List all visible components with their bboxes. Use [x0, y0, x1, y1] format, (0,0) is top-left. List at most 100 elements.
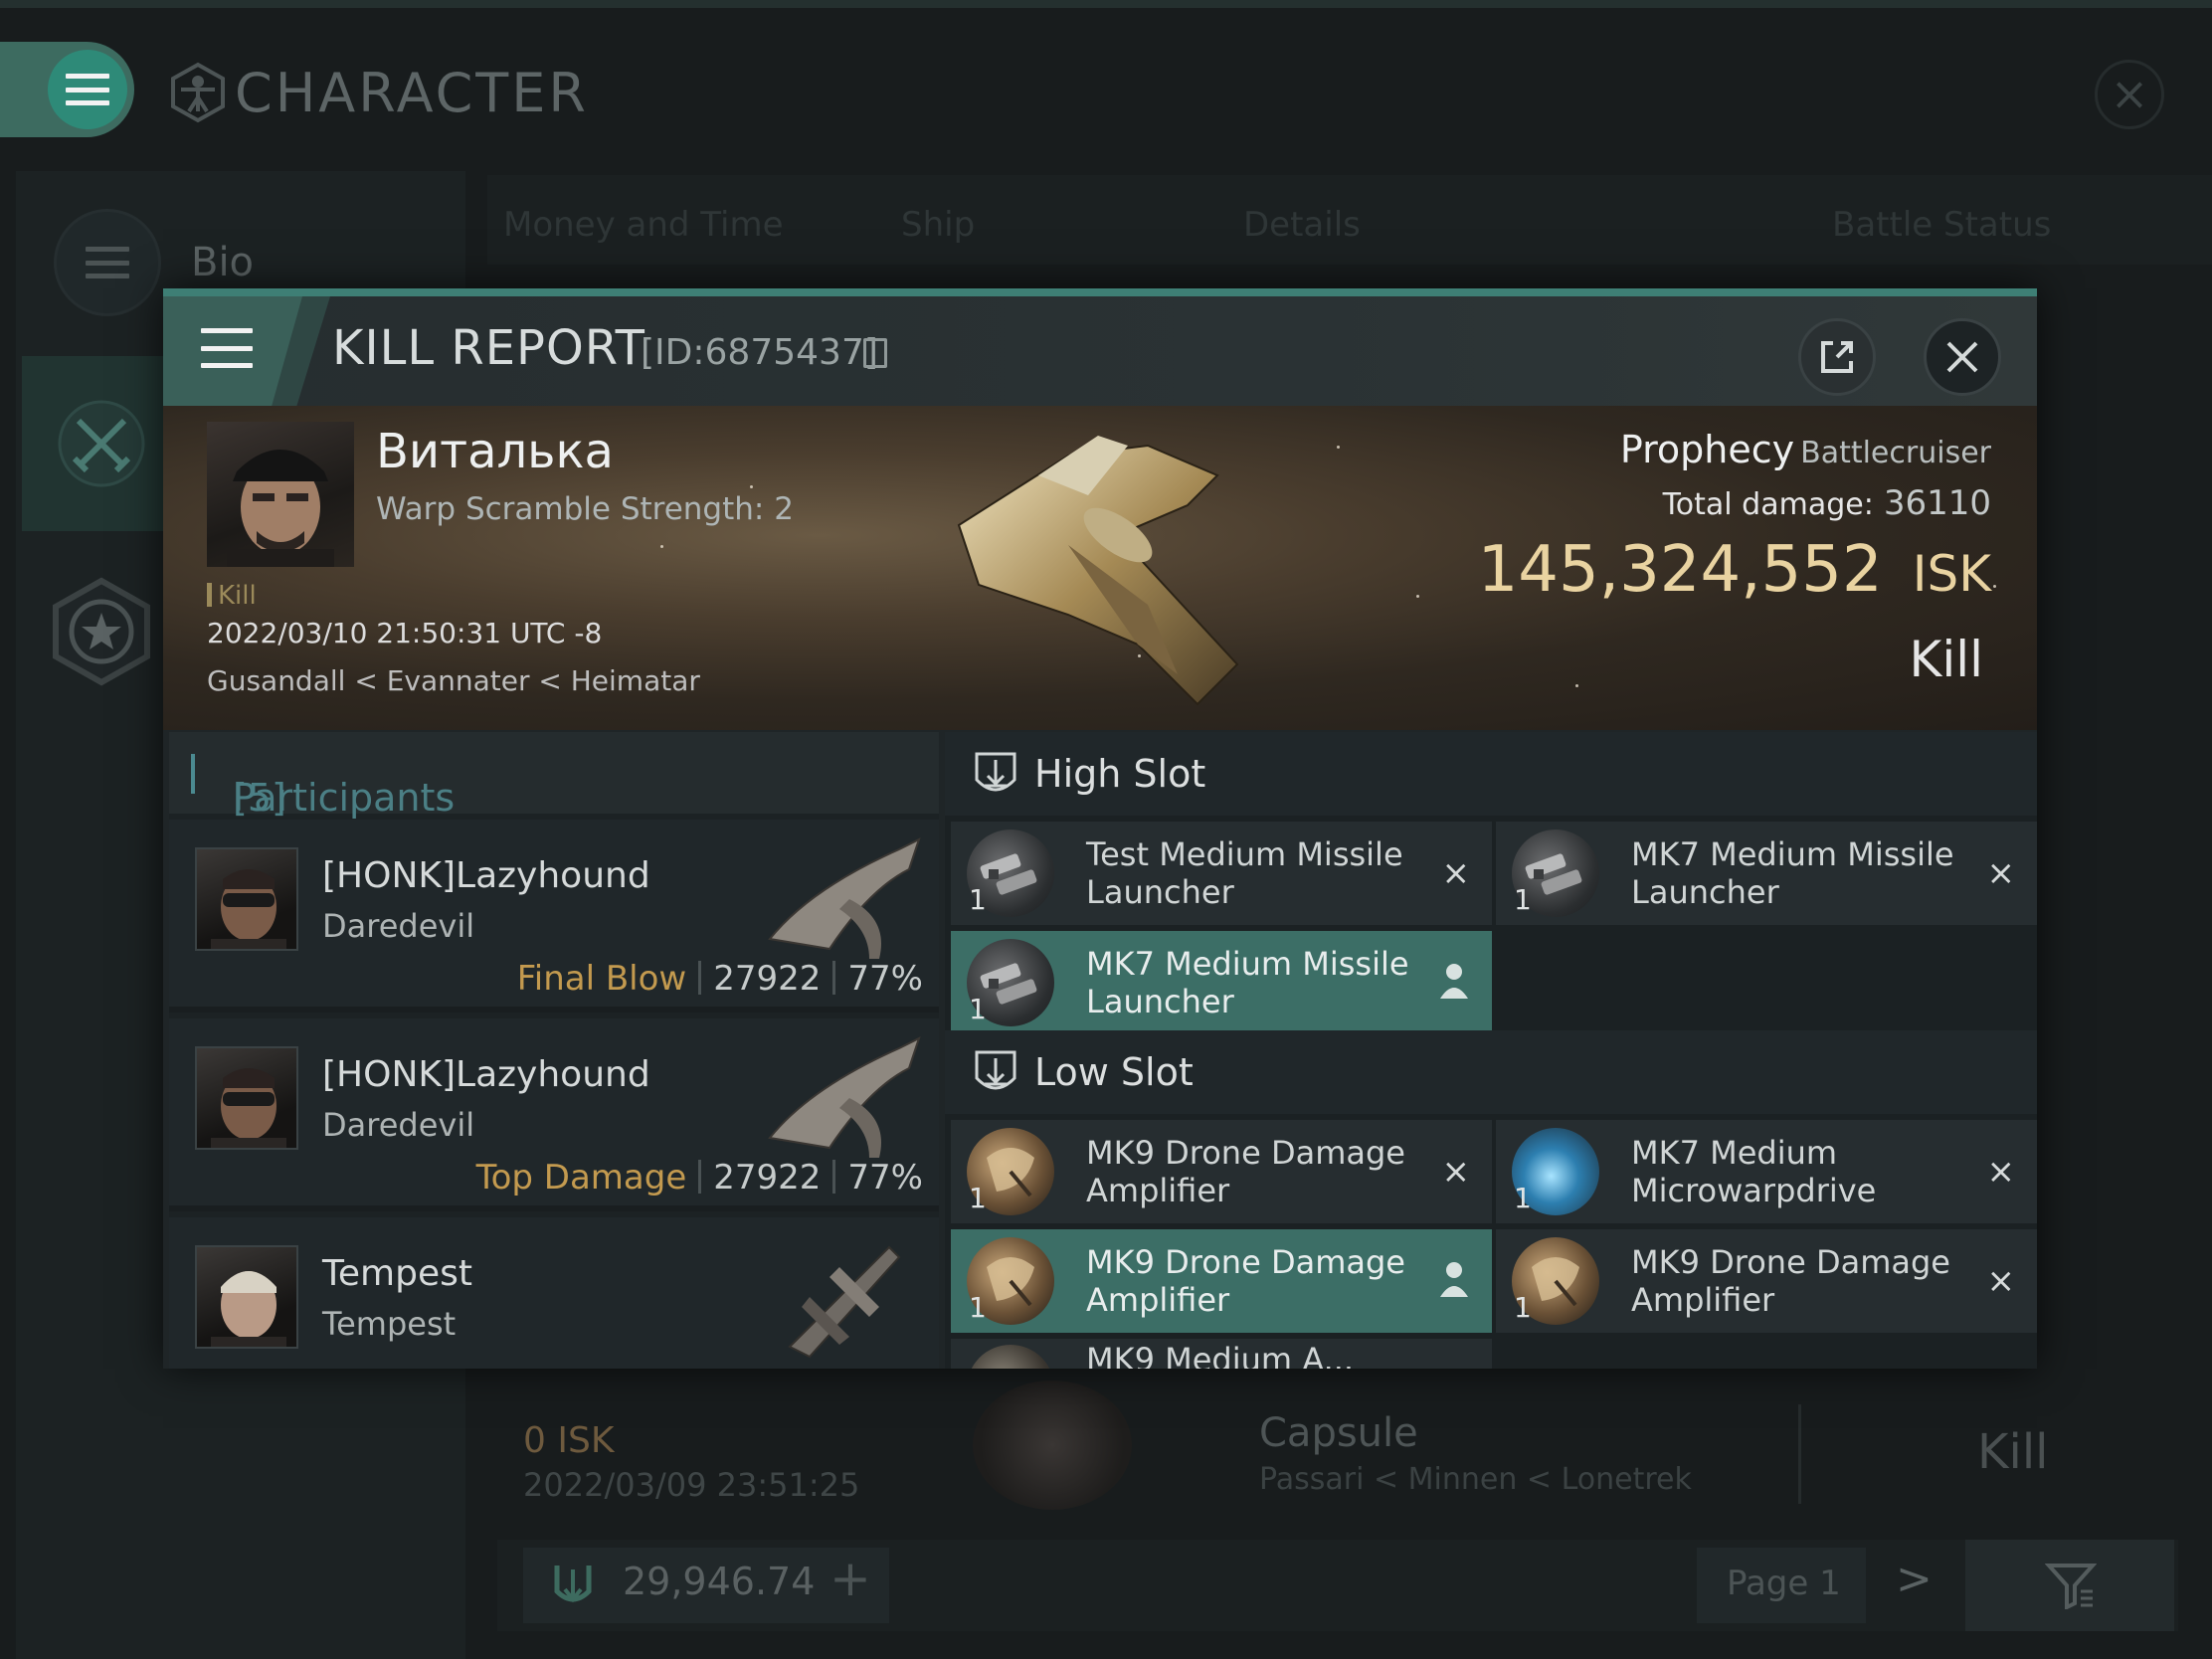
fitting-panel: High Slot 1 Test Medium Missile Launcher…: [945, 732, 2037, 1369]
victim-subtitle: Warp Scramble Strength: 2: [376, 491, 794, 527]
wallet-balance: 29,946.74: [623, 1560, 816, 1603]
item-name: MK7 Medium Microwarpdrive: [1631, 1134, 1877, 1209]
participants-header: Participants [5]: [169, 732, 939, 820]
star-badge-icon: [53, 577, 150, 686]
main-menu-button[interactable]: [0, 42, 134, 137]
list-icon: [54, 209, 161, 316]
filter-button[interactable]: [1965, 1540, 2174, 1631]
ship-class: Battlecruiser: [1800, 436, 1991, 470]
menu-icon: [201, 328, 253, 368]
participant-row[interactable]: [HONK]Lazyhound Daredevil Final Blow 2792…: [169, 820, 939, 1013]
item-quantity: 1: [1514, 1182, 1532, 1214]
kill-list-row[interactable]: 0 ISK 2022/03/09 23:51:25 Capsule Passar…: [501, 1381, 2132, 1510]
low-slot-label: Low Slot: [1034, 1050, 1194, 1094]
item-name: MK9 Medium A...: [1086, 1341, 1355, 1369]
participant-damage: 27922: [713, 1158, 822, 1198]
close-icon: [1946, 341, 1978, 373]
victim-portrait[interactable]: [207, 422, 354, 567]
window-close-button[interactable]: ×: [2095, 60, 2164, 129]
participant-damage: 27922: [713, 959, 822, 999]
participant-row[interactable]: Tempest Tempest: [169, 1217, 939, 1369]
fitting-item[interactable]: 1 MK9 Drone Damage Amplifier: [951, 1229, 1492, 1333]
item-quantity: 1: [969, 883, 987, 916]
item-quantity: 1: [969, 1291, 987, 1324]
participants-panel: Participants [5] [HONK]Lazyhound Daredev…: [169, 732, 939, 1369]
row-date: 2022/03/09 23:51:25: [523, 1466, 860, 1504]
participant-name: [HONK]Lazyhound: [322, 855, 650, 896]
kill-datetime: 2022/03/10 21:50:31 UTC -8: [207, 617, 603, 649]
fitting-item[interactable]: 1 MK9 Drone Damage Amplifier ×: [1496, 1229, 2037, 1333]
destroyed-icon: ×: [1441, 853, 1471, 893]
sidebar-item-label: Bio: [191, 240, 255, 285]
low-slot-header: Low Slot: [945, 1030, 2037, 1114]
menu-icon: [48, 50, 127, 129]
share-button[interactable]: [1798, 318, 1876, 396]
destroyed-icon: ×: [1986, 1261, 2016, 1301]
kill-report-title: KILL REPORT: [332, 320, 645, 376]
ship-type: Prophecy: [1619, 428, 1795, 471]
participant-name: [HONK]Lazyhound: [322, 1054, 650, 1095]
victim-banner: Виталька Warp Scramble Strength: 2 Kill …: [163, 406, 2037, 730]
fitting-item[interactable]: 1 MK7 Medium Missile Launcher: [951, 931, 1492, 1034]
total-damage-label: Total damage:: [1662, 487, 1874, 522]
close-button[interactable]: [1924, 318, 2001, 396]
window-accent-line: [163, 288, 2037, 296]
fitting-item[interactable]: 1 MK7 Medium Missile Launcher ×: [1496, 822, 2037, 925]
top-border: [0, 0, 2212, 8]
tempest-ship-icon: [788, 1245, 901, 1359]
fitting-item[interactable]: 1 MK7 Medium Microwarpdrive ×: [1496, 1120, 2037, 1223]
sidebar-item-medals[interactable]: [22, 557, 181, 706]
item-name: MK9 Drone Damage Amplifier: [1086, 1134, 1405, 1209]
isk-value: 145,324,552: [1477, 533, 1883, 607]
wallet-icon: [554, 1566, 592, 1603]
participant-percent: 77%: [847, 1158, 923, 1198]
isk-unit: ISK: [1912, 545, 1991, 603]
add-button[interactable]: +: [830, 1550, 871, 1607]
page-label: Page 1: [1727, 1564, 1841, 1603]
item-name: Test Medium Missile Launcher: [1086, 835, 1403, 911]
victim-name: Виталька: [376, 424, 614, 479]
destroyed-icon: ×: [1986, 1152, 2016, 1192]
item-quantity: 1: [1514, 883, 1532, 916]
tab-battle-status[interactable]: Battle Status: [1832, 205, 2051, 245]
high-slot-header: High Slot: [945, 732, 2037, 816]
copy-icon[interactable]: [863, 338, 887, 368]
ship-name: Prophecy Battlecruiser: [1620, 428, 1991, 471]
kill-result: Kill: [1909, 631, 1983, 688]
fitting-item[interactable]: 1 MK9 Drone Damage Amplifier ×: [951, 1120, 1492, 1223]
participant-name: Tempest: [322, 1253, 472, 1294]
row-isk: 0 ISK: [523, 1420, 615, 1461]
fitting-item[interactable]: 1 Test Medium Missile Launcher ×: [951, 822, 1492, 925]
item-name: MK7 Medium Missile Launcher: [1086, 945, 1409, 1020]
isk-loss: 145,324,552 ISK: [1478, 533, 1991, 607]
bottom-bar: 29,946.74 + Page 1 >: [497, 1540, 2178, 1631]
fitting-item[interactable]: MK9 Medium A...: [951, 1339, 1492, 1369]
participant-ship: Daredevil: [322, 1106, 475, 1144]
sidebar-item-combat[interactable]: [22, 356, 181, 531]
participants-count: [5]: [233, 776, 286, 820]
participant-percent: 77%: [847, 959, 923, 999]
dropped-person-icon: [1440, 1262, 1468, 1297]
tab-details[interactable]: Details: [1243, 205, 1361, 245]
next-page-button[interactable]: >: [1896, 1554, 1933, 1604]
participant-avatar: [195, 1245, 298, 1349]
daredevil-ship-icon: [768, 1036, 921, 1158]
total-damage-value: 36110: [1883, 483, 1991, 523]
tab-money-and-time[interactable]: Money and Time: [503, 205, 784, 245]
tab-ship[interactable]: Ship: [901, 205, 975, 245]
kill-report-id: [ID:6875437]: [641, 332, 878, 373]
item-quantity: 1: [969, 993, 987, 1025]
capsule-icon: [973, 1381, 1132, 1510]
participant-avatar: [195, 1046, 298, 1150]
filter-icon: [2045, 1564, 2097, 1609]
daredevil-ship-icon: [768, 837, 921, 959]
high-slot-icon: [975, 752, 1016, 792]
participant-row[interactable]: [HONK]Lazyhound Daredevil Top Damage 2792…: [169, 1018, 939, 1211]
row-result: Kill: [1977, 1424, 2049, 1480]
divider: [1798, 1404, 1801, 1504]
destroyed-icon: ×: [1441, 1152, 1471, 1192]
dropped-person-icon: [1440, 964, 1468, 999]
high-slot-label: High Slot: [1034, 752, 1206, 796]
kill-type-badge: Kill: [207, 581, 257, 611]
external-link-icon: [1821, 341, 1853, 373]
